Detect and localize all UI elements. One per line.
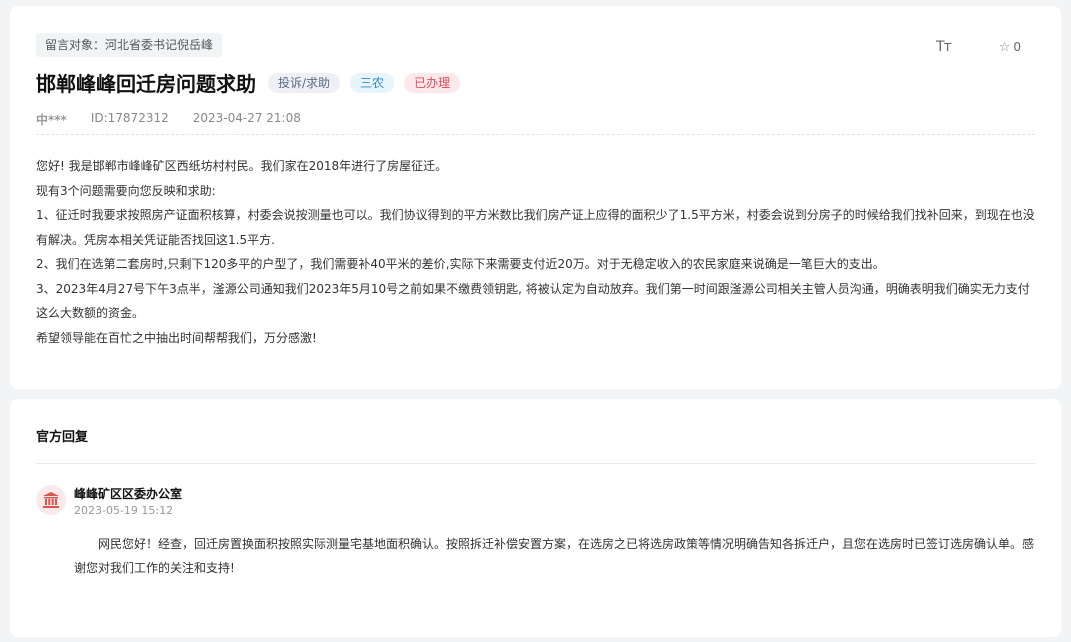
- message-content: 您好! 我是邯郸市峰峰矿区西纸坊村村民。我们家在2018年进行了房屋征迁。 现有…: [36, 154, 1037, 350]
- content-paragraph: 2、我们在选第二套房时,只剩下120多平的户型了，我们需要补40平米的差价,实际…: [36, 257, 885, 271]
- message-time: 2023-04-27 21:08: [192, 111, 301, 125]
- divider: [36, 463, 1035, 464]
- favorite-count: 0: [1013, 40, 1021, 54]
- reply-time: 2023-05-19 15:12: [74, 504, 174, 517]
- category-tag: 三农: [350, 72, 395, 93]
- content-paragraph: 1、征迁时我要求按照房产证面积核算，村委会说按测量也可以。我们协议得到的平方米数…: [36, 208, 1035, 247]
- message-card: 留言对象：河北省委书记倪岳峰 Tт ☆ 0 邯郸峰峰回迁房问题求助 投诉/求助 …: [10, 6, 1061, 389]
- reply-content: 网民您好！经查，回迁房置换面积按照实际测量宅基地面积确认。按照拆迁补偿安置方案，…: [74, 537, 1035, 575]
- content-paragraph: 您好! 我是邯郸市峰峰矿区西纸坊村村民。我们家在2018年进行了房屋征迁。: [36, 159, 448, 173]
- favorite-button[interactable]: ☆ 0: [999, 40, 1021, 55]
- message-target-tag: 留言对象：河北省委书记倪岳峰: [36, 33, 223, 57]
- reply-card: 官方回复 峰峰矿区区委办公室 2023-05-19 15:12 网民您好！经查，…: [10, 399, 1061, 637]
- content-paragraph: 希望领导能在百忙之中抽出时间帮帮我们，万分感激!: [36, 330, 317, 345]
- author-name: 中***: [36, 113, 67, 127]
- title-row: 邯郸峰峰回迁房问题求助 投诉/求助 三农 已办理: [36, 68, 470, 97]
- message-meta: 中*** ID:17872312 2023-04-27 21:08: [36, 111, 325, 128]
- star-icon: ☆: [998, 39, 1011, 55]
- divider: [36, 134, 1035, 135]
- government-building-icon: [36, 485, 66, 515]
- reply-heading: 官方回复: [36, 430, 89, 445]
- page-title: 邯郸峰峰回迁房问题求助: [36, 72, 256, 96]
- status-badge: 已办理: [404, 72, 461, 93]
- reply-office-name: 峰峰矿区区委办公室: [74, 487, 183, 501]
- content-paragraph: 现有3个问题需要向您反映和求助:: [36, 183, 216, 198]
- content-paragraph: 3、2023年4月27号下午3点半，滏源公司通知我们2023年5月10号之前如果…: [36, 281, 1030, 321]
- message-id: ID:17872312: [90, 111, 169, 125]
- type-tag: 投诉/求助: [268, 72, 341, 93]
- toolbar: Tт ☆ 0: [936, 39, 1021, 55]
- font-size-icon[interactable]: Tт: [936, 39, 952, 55]
